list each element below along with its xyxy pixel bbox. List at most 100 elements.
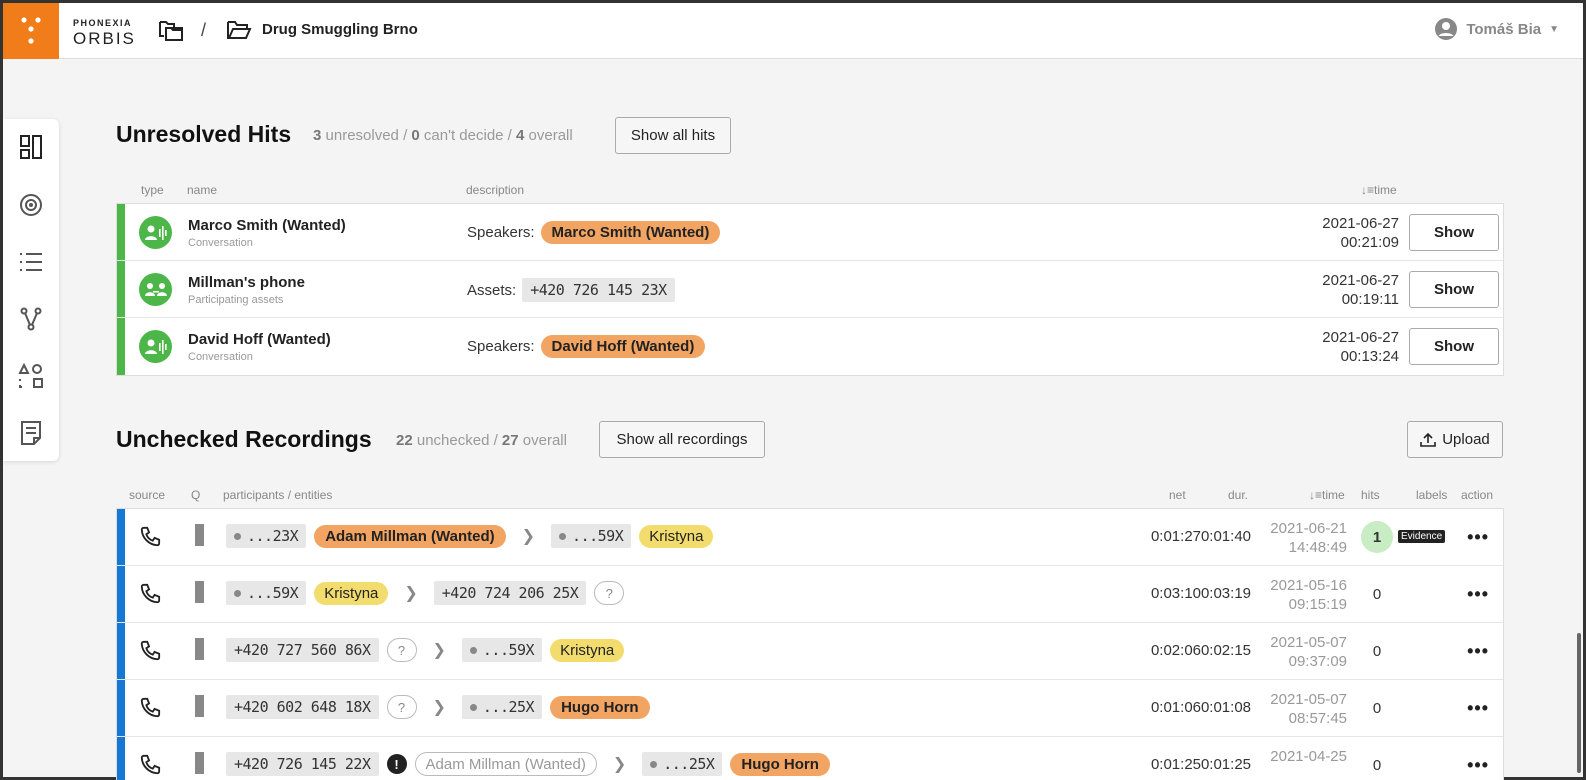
show-button[interactable]: Show bbox=[1409, 214, 1499, 251]
shapes-icon[interactable] bbox=[17, 362, 45, 390]
phone-number-tag[interactable]: ...25X bbox=[461, 695, 543, 719]
speaker-pill[interactable]: Hugo Horn bbox=[550, 695, 650, 719]
phone-number-tag[interactable]: +420 724 206 25X bbox=[433, 581, 587, 605]
hit-name: Millman's phone bbox=[188, 274, 305, 291]
recording-time: 2021-04-25 bbox=[1270, 747, 1347, 766]
more-actions-icon[interactable]: ••• bbox=[1467, 584, 1489, 605]
rec-clock: 14:48:49 bbox=[1288, 539, 1347, 556]
hit-time: 2021-06-27 00:19:11 bbox=[1322, 271, 1399, 309]
more-actions-icon[interactable]: ••• bbox=[1467, 527, 1489, 548]
chevron-right-icon: ❯ bbox=[612, 756, 627, 773]
rec-clock: 09:15:19 bbox=[1288, 596, 1347, 613]
table-row[interactable]: David Hoff (Wanted) Conversation Speaker… bbox=[117, 318, 1503, 375]
table-row[interactable]: Marco Smith (Wanted) Conversation Speake… bbox=[117, 204, 1503, 261]
dashboard-icon[interactable] bbox=[17, 133, 45, 161]
user-menu[interactable]: Tomáš Bia ▼ bbox=[1434, 17, 1559, 41]
table-row[interactable]: +420 602 648 18X? ❯ ...25X Hugo Horn 0:01:06… bbox=[117, 680, 1503, 737]
speaker-pill[interactable]: Adam Millman (Wanted) bbox=[314, 524, 506, 548]
col-dur: dur. bbox=[1228, 488, 1249, 502]
table-row[interactable]: ...59X Kristyna ❯ +420 724 206 25X? 0:03:10 0… bbox=[117, 566, 1503, 623]
upload-icon bbox=[1420, 432, 1437, 447]
show-button[interactable]: Show bbox=[1409, 328, 1499, 365]
graph-icon[interactable] bbox=[17, 305, 45, 333]
col-description: description bbox=[466, 183, 525, 197]
phone-number-tag[interactable]: ...25X bbox=[642, 752, 723, 776]
participants: +420 602 648 18X? ❯ ...25X Hugo Horn bbox=[226, 695, 650, 719]
label-badge[interactable]: Evidence bbox=[1398, 530, 1446, 543]
recording-time: 2021-05-07 09:37:09 bbox=[1270, 633, 1347, 671]
hits-section-title: Unresolved Hits bbox=[116, 121, 292, 147]
app-logo[interactable] bbox=[3, 3, 59, 59]
more-actions-icon[interactable]: ••• bbox=[1467, 641, 1489, 662]
col-time-sort[interactable]: ↓≡time bbox=[1309, 488, 1345, 502]
upload-button[interactable]: Upload bbox=[1407, 421, 1503, 458]
phone-number: ...23X bbox=[247, 527, 299, 545]
hit-date: 2021-06-27 bbox=[1322, 215, 1399, 232]
net-duration: 0:01:06 bbox=[1150, 699, 1201, 716]
table-row[interactable]: +420 726 145 22X! Adam Millman (Wanted) ❯.… bbox=[117, 737, 1503, 780]
speaker-pill[interactable]: Marco Smith (Wanted) bbox=[540, 221, 721, 244]
quality-bar bbox=[195, 752, 204, 774]
unchecked-count: 22 bbox=[396, 432, 413, 449]
unknown-entity[interactable]: ? bbox=[594, 581, 625, 605]
asset-tag[interactable]: +420 726 145 23X bbox=[522, 278, 675, 302]
case-title[interactable]: Drug Smuggling Brno bbox=[262, 21, 418, 38]
duration: 0:01:40 bbox=[1200, 528, 1251, 545]
phone-number: ...25X bbox=[482, 698, 535, 716]
phone-number: +420 727 560 86X bbox=[234, 641, 371, 659]
more-actions-icon[interactable]: ••• bbox=[1467, 698, 1489, 719]
phone-number-tag[interactable]: ...23X bbox=[226, 524, 307, 548]
hit-name: David Hoff (Wanted) bbox=[188, 331, 331, 348]
table-row[interactable]: ...23X Adam Millman (Wanted) ❯ ...59X Kristy… bbox=[117, 509, 1503, 566]
phone-number: ...59X bbox=[572, 527, 624, 545]
hit-name: Marco Smith (Wanted) bbox=[188, 217, 346, 234]
show-button[interactable]: Show bbox=[1409, 271, 1499, 308]
scrollbar[interactable] bbox=[1577, 633, 1581, 773]
recording-time: 2021-05-16 09:15:19 bbox=[1270, 576, 1347, 614]
entity-pill[interactable]: Kristyna bbox=[550, 638, 625, 662]
show-all-recordings-button[interactable]: Show all recordings bbox=[599, 421, 765, 458]
phone-icon bbox=[139, 640, 161, 667]
cases-icon[interactable] bbox=[158, 20, 184, 47]
phone-number-tag[interactable]: +420 726 145 22X bbox=[226, 752, 379, 776]
unknown-entity[interactable]: ? bbox=[386, 695, 417, 719]
hits-count: 0 bbox=[1372, 642, 1382, 660]
hit-clock: 00:19:11 bbox=[1341, 291, 1399, 308]
table-row[interactable]: +420 727 560 86X? ❯ ...59X Kristyna 0:02:06 0… bbox=[117, 623, 1503, 680]
report-icon[interactable] bbox=[17, 419, 45, 447]
phone-number-tag[interactable]: ...59X bbox=[461, 638, 543, 662]
hit-time: 2021-06-27 00:13:24 bbox=[1322, 328, 1399, 366]
participants: ...59X Kristyna ❯ +420 724 206 25X? bbox=[226, 581, 625, 605]
hits-stats: 3 unresolved / 0 can't decide / 4 overal… bbox=[313, 127, 573, 144]
quality-bar bbox=[195, 581, 204, 603]
status-bar bbox=[117, 680, 125, 736]
speaker-icon bbox=[139, 216, 172, 249]
col-time-sort[interactable]: ↓≡time bbox=[1361, 183, 1397, 197]
recording-time: 2021-06-21 14:48:49 bbox=[1270, 519, 1347, 557]
participants: ...23X Adam Millman (Wanted) ❯ ...59X Kristy… bbox=[226, 524, 714, 548]
status-bar bbox=[117, 623, 125, 679]
rec-date: 2021-05-07 bbox=[1270, 634, 1347, 651]
phone-number-tag[interactable]: ...59X bbox=[551, 524, 632, 548]
list-icon[interactable] bbox=[17, 248, 45, 276]
entity-pill[interactable]: Kristyna bbox=[314, 581, 389, 605]
speaker-pill[interactable]: David Hoff (Wanted) bbox=[540, 335, 706, 358]
phone-number-tag[interactable]: +420 727 560 86X bbox=[226, 638, 379, 662]
col-source: source bbox=[129, 488, 166, 502]
dot-icon bbox=[234, 590, 241, 597]
table-row[interactable]: Millman's phone Participating assets Ass… bbox=[117, 261, 1503, 318]
net-duration: 0:02:06 bbox=[1150, 642, 1201, 659]
phone-number-tag[interactable]: ...59X bbox=[226, 581, 307, 605]
logo-icon bbox=[21, 17, 41, 44]
phone-number-tag[interactable]: +420 602 648 18X bbox=[226, 695, 379, 719]
entity-pill[interactable]: Kristyna bbox=[639, 524, 714, 548]
target-icon[interactable] bbox=[17, 191, 45, 219]
entity-pill[interactable]: Adam Millman (Wanted) bbox=[414, 752, 597, 776]
speaker-pill[interactable]: Hugo Horn bbox=[730, 752, 830, 776]
show-all-hits-button[interactable]: Show all hits bbox=[615, 117, 731, 154]
phone-number: +420 726 145 22X bbox=[234, 755, 371, 773]
more-actions-icon[interactable]: ••• bbox=[1467, 755, 1489, 776]
rec-date: 2021-05-16 bbox=[1270, 577, 1347, 594]
unknown-entity[interactable]: ? bbox=[386, 638, 417, 662]
net-duration: 0:03:10 bbox=[1150, 585, 1201, 602]
